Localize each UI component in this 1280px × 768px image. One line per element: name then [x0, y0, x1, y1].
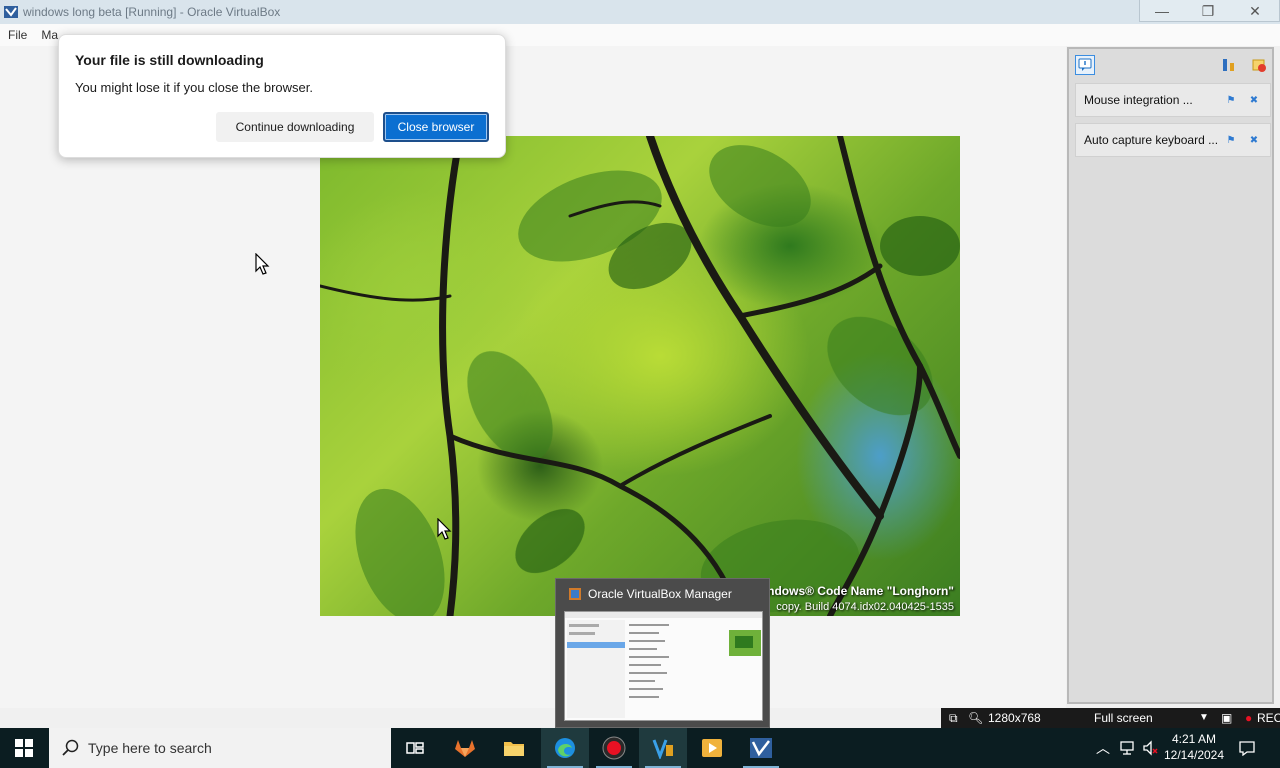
desktop-wallpaper: indows® Code Name "Longhorn" copy. Build…	[320, 136, 960, 616]
start-button[interactable]	[0, 728, 48, 768]
download-warning-dialog: Your file is still downloading You might…	[58, 34, 506, 158]
window-title: windows long beta [Running] - Oracle Vir…	[23, 5, 281, 19]
clock-date: 12/14/2024	[1163, 748, 1225, 762]
network-icon[interactable]	[1116, 728, 1138, 768]
recording-label[interactable]: REC	[1257, 711, 1280, 725]
clock-time: 4:21 AM	[1171, 732, 1217, 746]
minimize-button[interactable]: —	[1139, 0, 1185, 22]
clear-notifications-icon[interactable]	[1249, 55, 1269, 75]
notification-panel-header	[1069, 49, 1272, 83]
display-icon[interactable]: ⧉	[949, 711, 958, 726]
notification-center-panel: Mouse integration ... ⚑ ✖ Auto capture k…	[1067, 47, 1274, 704]
view-mode-label[interactable]: Full screen	[1094, 711, 1153, 725]
camera-icon[interactable]: ▣	[1221, 711, 1232, 725]
search-placeholder: Type here to search	[88, 740, 212, 756]
close-browser-button[interactable]: Close browser	[383, 112, 489, 142]
notification-mouse-integration[interactable]: Mouse integration ... ⚑ ✖	[1075, 83, 1271, 117]
virtual-machine-icon	[750, 738, 772, 758]
notification-label: Auto capture keyboard ...	[1084, 133, 1219, 147]
notification-auto-capture-keyboard[interactable]: Auto capture keyboard ... ⚑ ✖	[1075, 123, 1271, 157]
dialog-title: Your file is still downloading	[75, 52, 264, 68]
folder-icon	[504, 742, 524, 756]
zoom-icon[interactable]: 🔍︎	[968, 711, 983, 725]
media-player-icon	[702, 739, 722, 757]
taskbar-app-media-player[interactable]	[688, 728, 736, 768]
preview-thumbnail	[564, 611, 763, 721]
taskbar-app-virtualbox-vm[interactable]	[737, 728, 785, 768]
record-dot-icon: ●	[1245, 711, 1253, 725]
taskbar-app-gitlab[interactable]	[441, 728, 489, 768]
chevron-down-icon[interactable]: ▼	[1199, 712, 1209, 723]
record-icon	[602, 736, 626, 760]
window-titlebar: windows long beta [Running] - Oracle Vir…	[0, 0, 1280, 24]
virtualbox-icon	[4, 6, 18, 18]
menu-file[interactable]: File	[8, 28, 27, 42]
wallpaper-caption-title: indows® Code Name "Longhorn"	[763, 584, 954, 598]
dialog-message: You might lose it if you close the brows…	[75, 80, 313, 95]
taskbar-app-file-explorer[interactable]	[490, 728, 538, 768]
menu-machine[interactable]: Ma	[41, 28, 58, 42]
taskbar-clock[interactable]: 4:21 AM 12/14/2024	[1160, 731, 1228, 763]
show-hidden-icons-chevron-up-icon[interactable]: ︿	[1092, 728, 1114, 768]
continue-downloading-button[interactable]: Continue downloading	[216, 112, 374, 142]
task-view-button[interactable]	[392, 728, 440, 768]
sort-notifications-icon[interactable]	[1219, 55, 1239, 75]
taskbar: Type here to search ︿ 4:21 AM 12/14/2024	[0, 728, 1280, 768]
restore-button[interactable]: ❐	[1185, 0, 1231, 22]
guest-mouse-pointer-icon	[437, 518, 452, 540]
action-center-icon[interactable]	[1236, 728, 1258, 768]
taskbar-app-edge[interactable]	[541, 728, 589, 768]
close-button[interactable]: ✕	[1232, 0, 1278, 22]
do-not-show-again-icon[interactable]: ⚑	[1224, 134, 1238, 146]
volume-muted-icon[interactable]	[1140, 728, 1162, 768]
taskbar-app-recorder[interactable]	[590, 728, 638, 768]
task-view-icon	[406, 742, 424, 754]
wallpaper-branches	[320, 136, 960, 616]
preview-title: Oracle VirtualBox Manager	[588, 587, 732, 601]
virtualbox-icon	[652, 739, 673, 759]
notification-center-icon[interactable]	[1075, 55, 1095, 75]
notification-label: Mouse integration ...	[1084, 93, 1193, 107]
taskbar-app-virtualbox-manager[interactable]	[639, 728, 687, 768]
vm-status-bar: ⧉ 🔍︎ 1280x768 Full screen ▼ ▣ ● REC	[941, 708, 1280, 729]
windows-logo-icon	[15, 739, 33, 757]
virtualbox-manager-icon	[569, 588, 581, 600]
wallpaper-caption-build: copy. Build 4074.idx02.040425-1535	[776, 601, 954, 613]
gitlab-icon	[455, 740, 475, 757]
resolution-label: 1280x768	[988, 711, 1041, 725]
preview-thumbnail-image	[565, 612, 762, 718]
taskbar-thumbnail-preview[interactable]: Oracle VirtualBox Manager	[555, 578, 770, 728]
search-icon	[62, 739, 79, 756]
mouse-pointer-icon	[255, 253, 270, 275]
edge-browser-icon	[555, 738, 575, 758]
taskbar-search-box[interactable]: Type here to search	[49, 728, 391, 768]
dismiss-notification-icon[interactable]: ✖	[1247, 94, 1261, 106]
dismiss-notification-icon[interactable]: ✖	[1247, 134, 1261, 146]
do-not-show-again-icon[interactable]: ⚑	[1224, 94, 1238, 106]
